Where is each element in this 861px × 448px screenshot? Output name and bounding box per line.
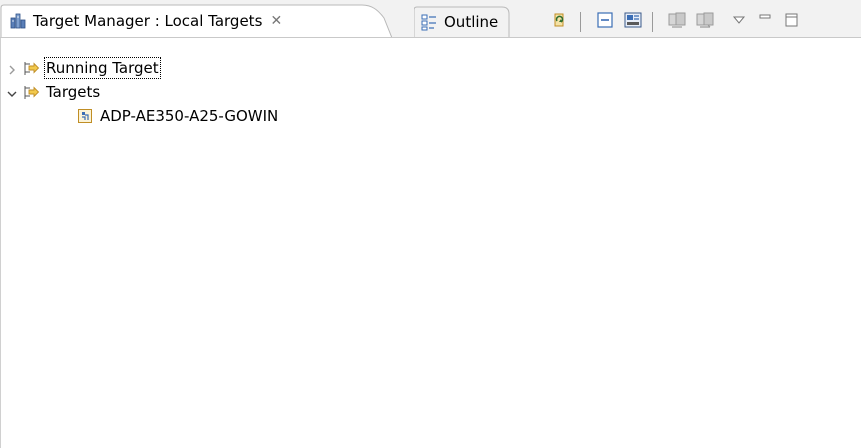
close-tab-icon[interactable]: ✕: [268, 13, 284, 29]
tab-target-manager[interactable]: Target Manager : Local Targets ✕: [0, 4, 392, 38]
toolbar-separator: [652, 12, 653, 32]
tab-target-manager-label: Target Manager : Local Targets: [33, 12, 263, 30]
tree-item-label: Running Target: [44, 57, 161, 79]
minimize-icon[interactable]: [754, 9, 776, 31]
tree-item-label: Targets: [46, 83, 101, 101]
maximize-icon[interactable]: [780, 9, 802, 31]
filter-icon[interactable]: [622, 9, 644, 31]
tabbar-divider: [0, 37, 861, 38]
toolbar-separator: [580, 12, 581, 32]
tree-item-targets[interactable]: Targets: [6, 80, 100, 104]
view-menu-icon[interactable]: [728, 9, 750, 31]
target-manager-icon: [9, 12, 27, 30]
tree-item-label: ADP-AE350-A25-GOWIN: [100, 107, 279, 125]
view-left-border: [0, 38, 1, 448]
tab-outline-label: Outline: [444, 12, 499, 31]
sync-icon[interactable]: [666, 9, 688, 31]
target-board-icon: [76, 107, 94, 125]
target-group-icon: [22, 59, 40, 77]
collapse-all-icon[interactable]: [594, 9, 616, 31]
tree-item-running-target[interactable]: Running Target: [6, 56, 161, 80]
tree-item-adp-ae350[interactable]: ADP-AE350-A25-GOWIN: [76, 104, 278, 128]
outline-icon: [420, 13, 438, 31]
tab-outline[interactable]: Outline: [414, 6, 510, 37]
view-tab-bar: Target Manager : Local Targets ✕ Outline: [0, 0, 861, 38]
sync-all-icon[interactable]: [694, 9, 716, 31]
refresh-icon[interactable]: [548, 9, 570, 31]
chevron-down-icon[interactable]: [6, 86, 18, 98]
chevron-right-icon[interactable]: [6, 62, 18, 75]
target-group-icon: [22, 83, 40, 101]
